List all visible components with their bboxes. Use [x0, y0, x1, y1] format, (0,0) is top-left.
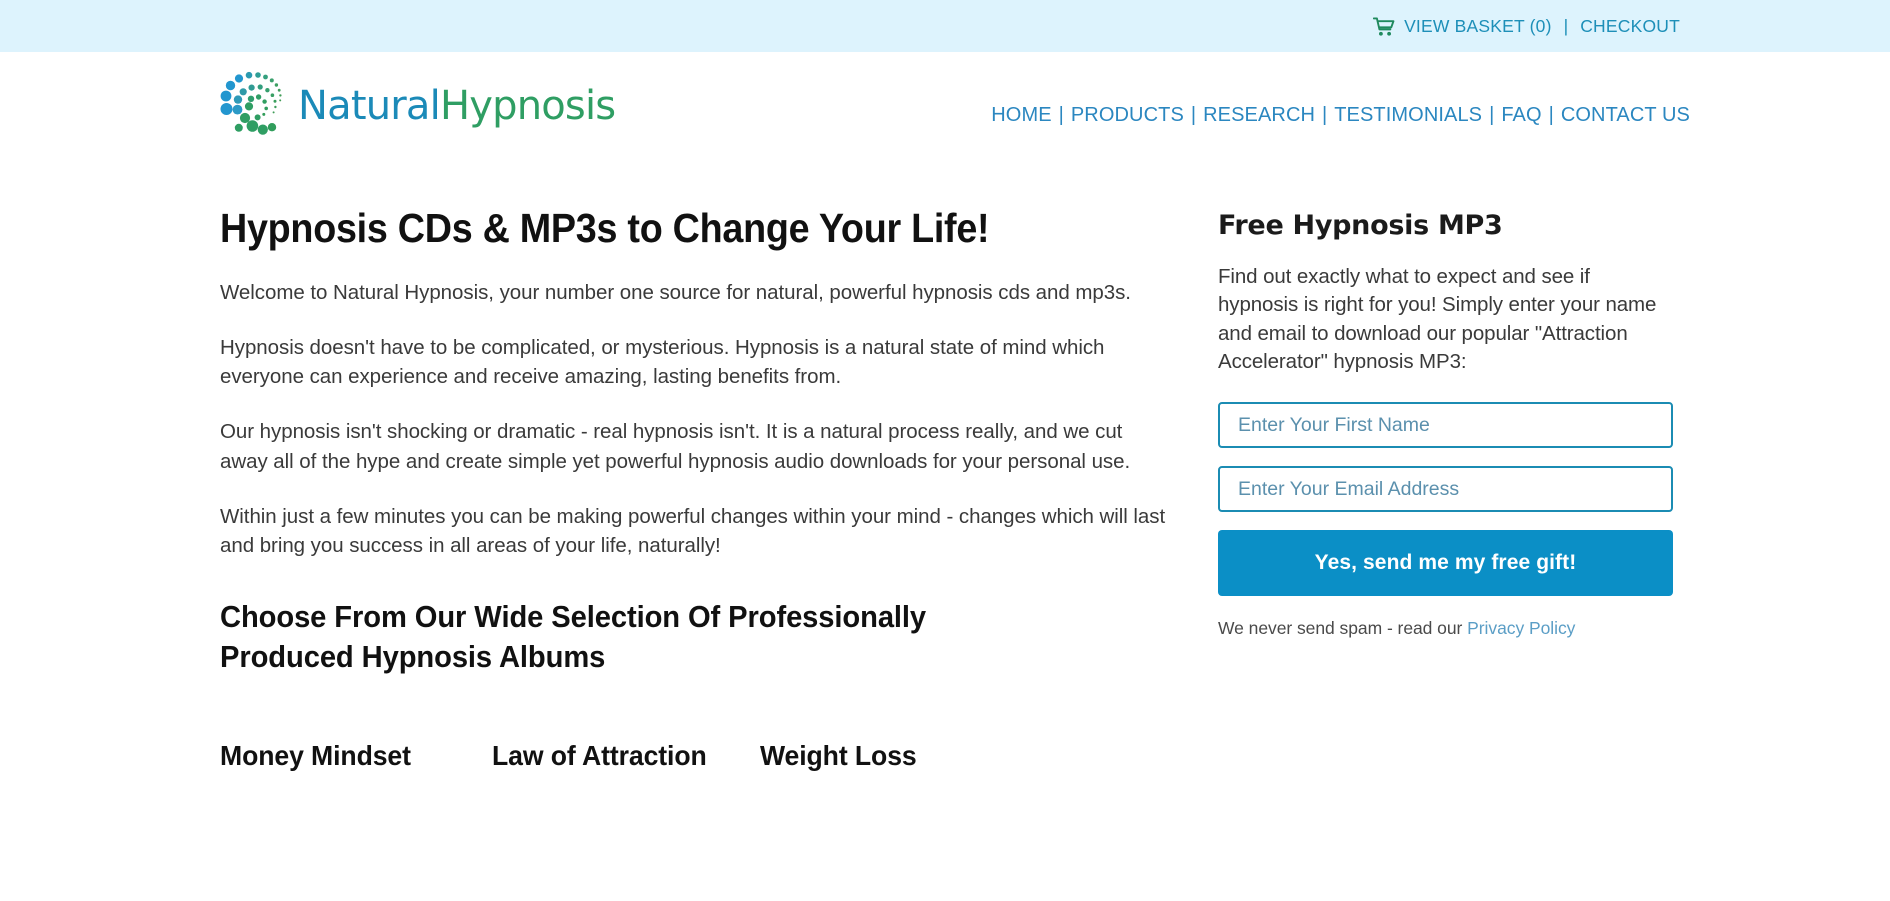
nav-item-contact-us[interactable]: CONTACT US — [1561, 104, 1690, 127]
privacy-note-text: We never send spam - read our — [1218, 618, 1463, 639]
checkout-link[interactable]: CHECKOUT — [1580, 16, 1680, 37]
nav-separator: | — [1190, 104, 1197, 126]
nav-item-faq[interactable]: FAQ — [1501, 104, 1541, 127]
site-header: NaturalHypnosis HOME | PRODUCTS | RESEAR… — [0, 52, 1890, 156]
intro-paragraph-3: Our hypnosis isn't shocking or dramatic … — [220, 420, 1131, 473]
sidebar-title: Free Hypnosis MP3 — [1218, 210, 1503, 241]
privacy-note: We never send spam - read our Privacy Po… — [1218, 618, 1673, 639]
submit-free-gift-button[interactable]: Yes, send me my free gift! — [1218, 530, 1673, 597]
section-title-albums: Choose From Our Wide Selection Of Profes… — [220, 598, 927, 675]
email-input[interactable] — [1218, 466, 1673, 513]
nav-item-research[interactable]: RESEARCH — [1203, 104, 1315, 127]
nav-separator: | — [1489, 104, 1495, 126]
nav-item-testimonials[interactable]: TESTIMONIALS — [1334, 104, 1482, 127]
category-headings-row: Money Mindset Law of Attraction Weight L… — [220, 740, 1172, 772]
main-content-column: Hypnosis CDs & MP3s to Change Your Life!… — [220, 156, 1172, 772]
nav-item-home[interactable]: HOME — [991, 104, 1051, 127]
logo-word-hypnosis: Hypnosis — [439, 83, 616, 129]
view-basket-link[interactable]: VIEW BASKET (0) — [1404, 16, 1552, 37]
main-navigation: HOME | PRODUCTS | RESEARCH | TESTIMONIAL… — [991, 104, 1690, 127]
nav-separator: | — [1322, 104, 1328, 126]
page-content: Hypnosis CDs & MP3s to Change Your Life!… — [0, 156, 1890, 772]
utility-top-bar: VIEW BASKET (0) | CHECKOUT — [0, 0, 1890, 52]
intro-paragraph-4: Within just a few minutes you can be mak… — [220, 504, 1166, 557]
intro-paragraph-1: Welcome to Natural Hypnosis, your number… — [220, 281, 1131, 305]
sidebar-optin-form: Free Hypnosis MP3 Find out exactly what … — [1218, 156, 1673, 639]
intro-paragraph-2: Hypnosis doesn't have to be complicated,… — [220, 336, 1105, 389]
nav-item-products[interactable]: PRODUCTS — [1071, 104, 1184, 127]
logo-wordmark: NaturalHypnosis — [298, 83, 616, 129]
category-heading-weight-loss[interactable]: Weight Loss — [760, 740, 1007, 772]
nav-separator: | — [1548, 104, 1554, 126]
topbar-separator: | — [1563, 15, 1569, 36]
logo-word-natural: Natural — [298, 83, 441, 129]
shopping-cart-icon — [1373, 16, 1395, 37]
sidebar-description: Find out exactly what to expect and see … — [1218, 265, 1657, 373]
page-title: Hypnosis CDs & MP3s to Change Your Life! — [220, 205, 990, 251]
utility-links-group: VIEW BASKET (0) | CHECKOUT — [1373, 0, 1890, 52]
site-logo[interactable]: NaturalHypnosis — [218, 68, 616, 142]
category-heading-law-of-attraction[interactable]: Law of Attraction — [492, 740, 747, 772]
first-name-input[interactable] — [1218, 402, 1673, 449]
dot-spiral-logo-icon — [218, 68, 288, 142]
category-heading-money-mindset[interactable]: Money Mindset — [220, 740, 478, 772]
privacy-policy-link[interactable]: Privacy Policy — [1467, 618, 1575, 638]
nav-separator: | — [1058, 104, 1064, 126]
